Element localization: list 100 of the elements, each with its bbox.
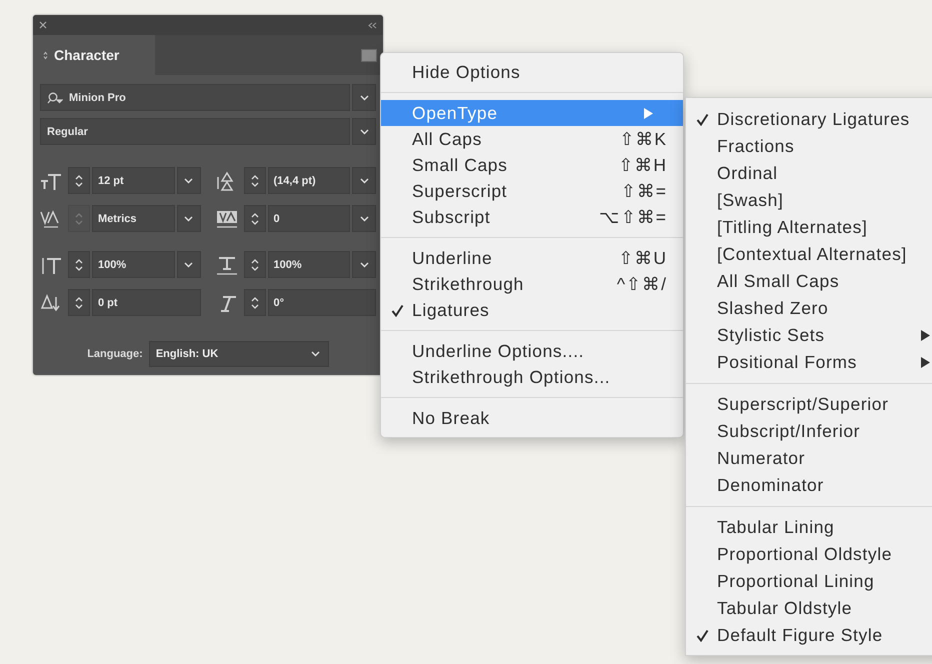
stepper[interactable] <box>244 205 266 232</box>
shortcut-label: ^⇧⌘/ <box>616 274 667 294</box>
menu-item[interactable]: Underline Options.... <box>381 338 683 364</box>
chevron-down-icon <box>360 262 368 268</box>
panel-menu-icon[interactable] <box>361 48 377 62</box>
menu-item[interactable]: Tabular Lining <box>686 514 932 541</box>
menu-item[interactable]: [Contextual Alternates] <box>686 241 932 268</box>
stepper[interactable] <box>244 289 266 316</box>
menu-item[interactable]: Ordinal <box>686 160 932 187</box>
tracking-icon <box>216 208 238 228</box>
menu-item-label: Stylistic Sets <box>717 325 826 346</box>
stepper[interactable] <box>244 167 266 194</box>
value-field[interactable]: (14,4 pt) <box>268 167 350 194</box>
menu-item-label: Hide Options <box>412 62 522 82</box>
stepper[interactable] <box>68 167 90 194</box>
value-field[interactable]: 12 pt <box>92 167 174 194</box>
stepper-arrows-icon <box>75 258 83 272</box>
value-field[interactable]: 0 <box>268 205 350 232</box>
menu-item[interactable]: Proportional Oldstyle <box>686 541 932 568</box>
chevron-down-icon <box>184 262 193 268</box>
menu-item-label: Small Caps <box>412 154 508 176</box>
menu-item[interactable]: [Swash] <box>686 187 932 214</box>
menu-item[interactable]: Subscript ⌥⇧⌘= <box>381 204 683 230</box>
baseline-shift-icon <box>40 292 62 312</box>
font-family-field[interactable]: Minion Pro <box>40 84 350 111</box>
chevron-down-icon <box>360 128 368 134</box>
menu-item[interactable]: All Caps ⇧⌘K <box>381 126 683 152</box>
shortcut-label: ⌥⇧⌘= <box>598 206 667 228</box>
menu-item[interactable]: Stylistic Sets <box>686 322 932 349</box>
grip-icon <box>43 50 48 60</box>
chevron-down-icon <box>360 216 368 222</box>
menu-item[interactable]: Superscript ⇧⌘= <box>381 178 683 204</box>
menu-item[interactable]: Denominator <box>686 472 932 499</box>
menu-item[interactable]: Superscript/Superior <box>686 391 932 418</box>
menu-item[interactable]: Fractions <box>686 133 932 160</box>
menu-item-label: Subscript <box>412 206 492 228</box>
panel-tab[interactable]: Character <box>33 35 155 75</box>
menu-item-label: Positional Forms <box>717 352 858 373</box>
stepper-arrows-icon <box>75 212 83 226</box>
stepper-arrows-icon <box>250 212 258 226</box>
menu-item[interactable]: Default Figure Style <box>686 622 932 649</box>
menu-item-label: Strikethrough Options... <box>412 366 612 388</box>
menu-item-label: Ligatures <box>412 300 490 320</box>
menu-item-label: Fractions <box>717 136 796 157</box>
font-style-field[interactable]: Regular <box>40 118 350 145</box>
menu-item-label: Subscript/Inferior <box>717 421 862 442</box>
stepper-arrows-icon <box>75 174 83 188</box>
chevron-down-icon <box>184 178 193 184</box>
menu-item[interactable]: [Titling Alternates] <box>686 214 932 241</box>
menu-item[interactable]: Strikethrough ^⇧⌘/ <box>381 271 683 297</box>
stepper[interactable] <box>68 289 90 316</box>
menu-item-label: [Titling Alternates] <box>717 217 868 238</box>
menu-item-label: No Break <box>412 408 491 428</box>
dropdown-button[interactable] <box>176 167 200 194</box>
search-icon <box>47 92 63 104</box>
menu-item[interactable]: Discretionary Ligatures <box>686 106 932 133</box>
language-dropdown[interactable]: English: UK <box>148 341 329 367</box>
menu-item[interactable]: Underline ⇧⌘U <box>381 245 683 271</box>
collapse-icon[interactable] <box>368 22 377 28</box>
dropdown-button[interactable] <box>176 251 200 278</box>
dropdown-button[interactable] <box>352 205 376 232</box>
dropdown-button[interactable] <box>352 118 376 145</box>
shortcut-label: ⇧⌘U <box>618 248 667 268</box>
menu-item[interactable]: Ligatures <box>381 297 683 323</box>
value-field[interactable]: 100% <box>92 251 174 278</box>
menu-item[interactable]: Strikethrough Options... <box>381 364 683 390</box>
menu-item-label: All Small Caps <box>717 271 840 292</box>
menu-item-label: Strikethrough <box>412 274 525 294</box>
menu-item[interactable]: All Small Caps <box>686 268 932 295</box>
menu-item[interactable]: Numerator <box>686 445 932 472</box>
stepper[interactable] <box>244 251 266 278</box>
menu-item[interactable]: Positional Forms <box>686 349 932 376</box>
stepper-arrows-icon <box>250 258 258 272</box>
language-label: Language: <box>87 348 143 360</box>
shortcut-label: ⇧⌘H <box>618 154 667 176</box>
menu-item-label: Proportional Oldstyle <box>717 544 894 565</box>
menu-item[interactable]: Proportional Lining <box>686 568 932 595</box>
menu-item[interactable]: No Break <box>381 405 683 431</box>
dropdown-button[interactable] <box>352 167 376 194</box>
shortcut-label: ⇧⌘K <box>619 128 667 150</box>
menu-item[interactable]: Tabular Oldstyle <box>686 595 932 622</box>
value-field[interactable]: 0° <box>268 289 376 316</box>
tab-label: Character <box>54 47 120 63</box>
menu-item-label: OpenType <box>412 102 499 124</box>
menu-item[interactable]: Slashed Zero <box>686 295 932 322</box>
menu-item-label: Underline <box>412 248 494 268</box>
menu-item-label: Numerator <box>717 448 806 469</box>
menu-item-label: Superscript/Superior <box>717 394 890 415</box>
menu-item-label: Discretionary Ligatures <box>717 109 911 130</box>
dropdown-button[interactable] <box>352 251 376 278</box>
close-icon[interactable] <box>39 21 47 29</box>
dropdown-button[interactable] <box>352 84 376 111</box>
shortcut-label: ⇧⌘= <box>620 180 667 202</box>
value-field[interactable]: 0 pt <box>92 289 200 316</box>
menu-item-label: Default Figure Style <box>717 625 884 646</box>
menu-item[interactable]: Subscript/Inferior <box>686 418 932 445</box>
menu-item[interactable]: Small Caps ⇧⌘H <box>381 152 683 178</box>
stepper[interactable] <box>68 251 90 278</box>
menu-item[interactable]: Hide Options <box>381 59 683 85</box>
value-field[interactable]: 100% <box>268 251 350 278</box>
